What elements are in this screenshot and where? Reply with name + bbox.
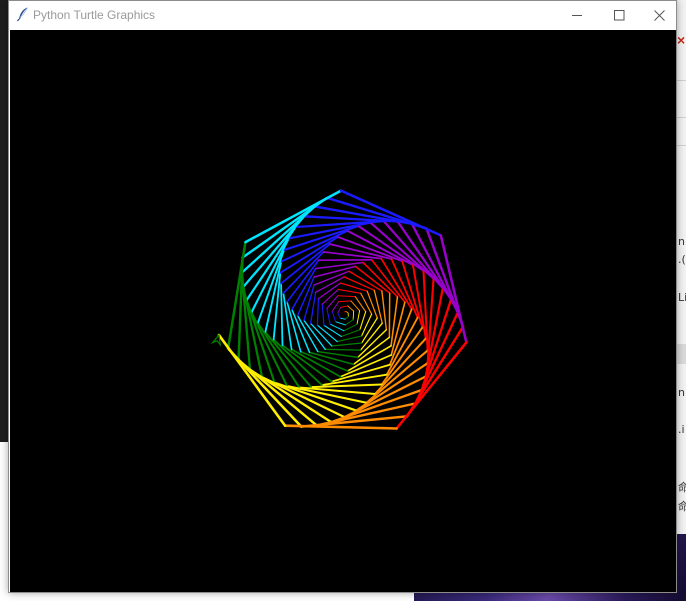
spiral-segment [241, 196, 329, 259]
background-text-fragment: 命 [678, 481, 686, 494]
feather-icon [15, 6, 31, 22]
spiral-segment [321, 373, 388, 387]
spiral-segment [360, 292, 373, 315]
turtle-window: Python Turtle Graphics [8, 0, 677, 593]
spiral-segment [316, 298, 319, 326]
spiral-segment [331, 310, 337, 323]
spiral-segment [240, 271, 252, 371]
background-text-fragment: n [678, 235, 685, 248]
spiral-segment [256, 248, 286, 324]
spiral-segment [314, 261, 364, 270]
background-divider [677, 145, 686, 146]
spiral-segment [401, 260, 424, 329]
spiral-segment [280, 282, 284, 347]
maximize-button[interactable] [598, 1, 640, 29]
spiral-segment [352, 310, 355, 321]
spiral-segment [373, 289, 383, 324]
spiral-segment [283, 424, 398, 430]
spiral-segment [345, 310, 349, 314]
spiral-segment [338, 300, 352, 303]
spiral-segment [326, 307, 331, 325]
spiral-segment [323, 324, 342, 338]
spiral-segment [337, 288, 362, 294]
background-close-mark: × [677, 32, 686, 48]
spiral-segment [335, 321, 346, 326]
spiral-segment [362, 261, 399, 298]
spiral-segment [336, 335, 363, 343]
spiral-segment [331, 301, 340, 312]
background-text-fragment: .( [678, 253, 686, 266]
title-bar[interactable]: Python Turtle Graphics [9, 1, 676, 29]
background-window-strip [0, 0, 8, 442]
turtle-canvas[interactable] [10, 30, 676, 592]
rainbow-spiral-drawing [210, 189, 468, 430]
spiral-segment [291, 267, 317, 311]
spiral-segment [359, 311, 367, 331]
background-divider [677, 117, 686, 118]
spiral-segment [294, 220, 385, 229]
background-text-fragment: Li [678, 291, 686, 304]
spiral-segment [329, 323, 345, 332]
close-button[interactable] [638, 1, 680, 29]
background-block [677, 344, 686, 364]
spiral-segment [344, 319, 354, 326]
spiral-segment [381, 290, 388, 331]
background-text-fragment: n: [678, 386, 686, 399]
spiral-segment [331, 342, 363, 347]
spiral-segment [339, 317, 346, 320]
spiral-segment [360, 313, 373, 337]
minimize-button[interactable] [556, 1, 598, 29]
spiral-segment [340, 305, 349, 308]
background-app-strip: × n .( Li n: .i 命 命 [677, 0, 686, 601]
spiral-segment [350, 300, 361, 312]
spiral-segment [347, 305, 355, 312]
spiral-segment [344, 315, 349, 320]
spiral-segment [352, 336, 391, 366]
background-text-fragment: 命 [678, 500, 686, 513]
spiral-segment [337, 295, 356, 298]
spiral-segment [337, 312, 341, 319]
spiral-segment [250, 237, 290, 314]
maximize-icon [614, 10, 625, 21]
spiral-segment [244, 189, 343, 244]
spiral-segment [321, 288, 339, 305]
spiral-segment [370, 259, 406, 304]
spiral-segment [321, 303, 325, 326]
spiral-segment [337, 306, 342, 314]
minimize-icon [572, 15, 582, 16]
background-text-fragment: .i [678, 423, 685, 436]
window-title: Python Turtle Graphics [33, 8, 156, 22]
close-icon [654, 10, 665, 21]
spiral-segment [326, 295, 339, 310]
spiral-segment [343, 323, 358, 332]
spiral-segment [356, 310, 361, 325]
spiral-segment [324, 348, 362, 351]
background-divider [677, 80, 686, 81]
spiral-segment [390, 296, 399, 347]
spiral-segment [281, 344, 333, 383]
